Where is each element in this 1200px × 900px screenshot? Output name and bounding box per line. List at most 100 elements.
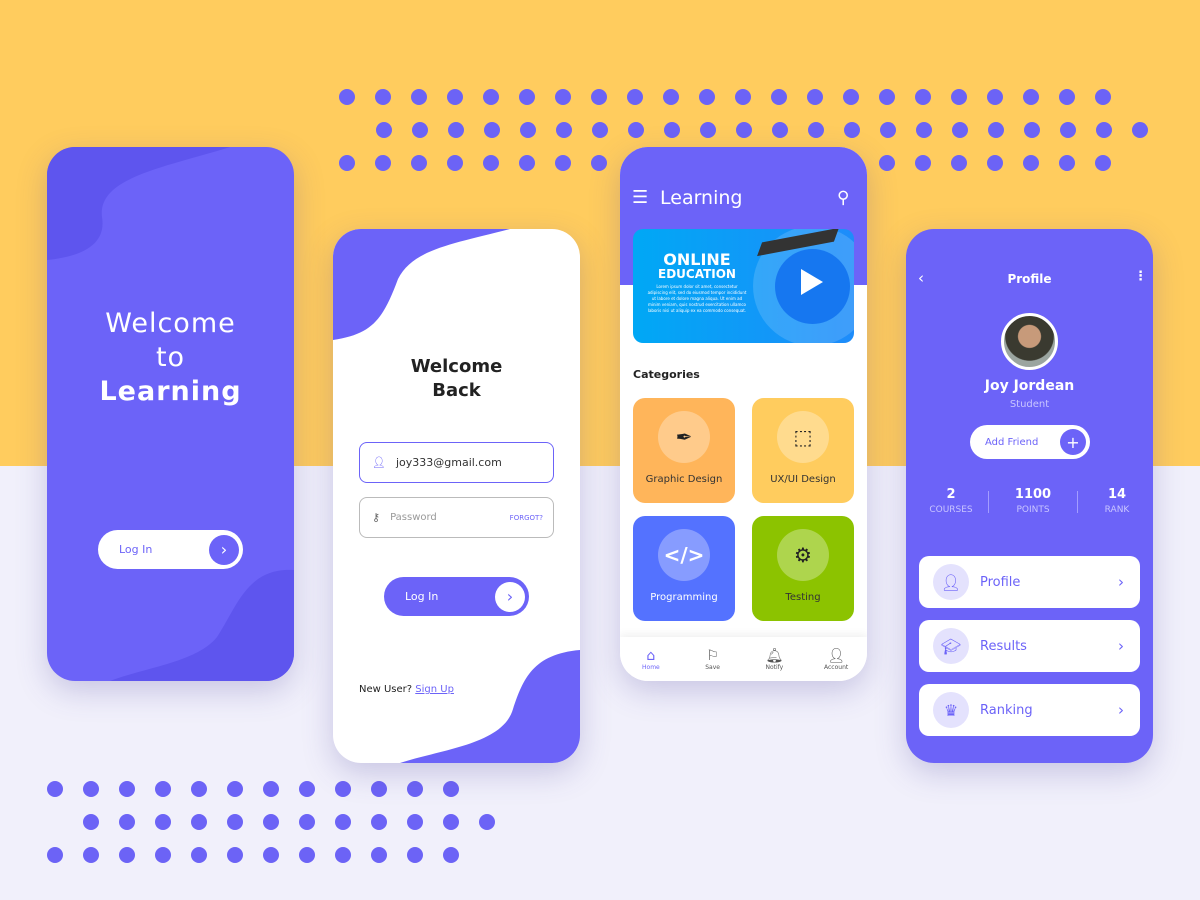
forgot-password-link[interactable]: FORGOT?: [510, 514, 543, 522]
dot: [299, 847, 315, 863]
home-screen: ☰ Learning ⚲ ONLINE EDUCATION Lorem ipsu…: [620, 147, 867, 681]
category-testing[interactable]: ⚙ Testing: [752, 516, 854, 621]
email-field[interactable]: 👤︎ joy333@gmail.com: [359, 442, 554, 483]
dot: [844, 122, 860, 138]
page-title: Profile: [1007, 272, 1052, 286]
category-ux-ui-design[interactable]: ⬚ UX/UI Design: [752, 398, 854, 503]
dot: [520, 122, 536, 138]
add-friend-label: Add Friend: [985, 436, 1039, 448]
dot: [591, 89, 607, 105]
dot: [519, 89, 535, 105]
stat-label: COURSES: [929, 505, 973, 515]
item-label: Ranking: [980, 702, 1033, 718]
nav-save[interactable]: ⚐ Save: [688, 648, 738, 671]
nav-notify[interactable]: 🔔︎ Notify: [749, 648, 799, 671]
chevron-right-icon: ›: [209, 534, 239, 565]
wave-decoration: [333, 229, 580, 763]
dot: [1059, 89, 1075, 105]
code-icon: </>: [658, 529, 710, 581]
dot: [375, 155, 391, 171]
dot: [227, 847, 243, 863]
key-icon: ⚷: [372, 511, 381, 524]
new-user-label: New User?: [359, 684, 413, 695]
dot: [555, 89, 571, 105]
banner-line2: EDUCATION: [658, 267, 736, 281]
dot: [371, 781, 387, 797]
dot: [447, 155, 463, 171]
dot: [339, 89, 355, 105]
more-icon[interactable]: ⋮: [1134, 269, 1147, 284]
menu-icon[interactable]: ☰: [632, 187, 648, 208]
dot: [735, 89, 751, 105]
dot: [988, 122, 1004, 138]
dot: [411, 89, 427, 105]
search-icon[interactable]: ⚲: [837, 188, 849, 208]
email-value: joy333@gmail.com: [395, 456, 502, 469]
user-icon: 👤︎: [933, 564, 969, 600]
dot: [479, 814, 495, 830]
selection-icon: ⬚: [777, 411, 829, 463]
nav-account[interactable]: 👤︎ Account: [811, 648, 861, 671]
avatar[interactable]: [1001, 313, 1058, 370]
dot: [412, 122, 428, 138]
online-education-banner[interactable]: ONLINE EDUCATION Lorem ipsum dolor sit a…: [633, 229, 854, 343]
dot: [772, 122, 788, 138]
menu-item-profile[interactable]: 👤︎ Profile ›: [919, 556, 1140, 608]
stat-rank: 14 RANK: [1082, 487, 1152, 515]
dot: [155, 847, 171, 863]
dot: [664, 122, 680, 138]
crown-icon: ♛: [933, 692, 969, 728]
dot: [119, 781, 135, 797]
dot: [263, 847, 279, 863]
welcome-title: Welcome to Learning: [47, 307, 294, 409]
dot: [83, 847, 99, 863]
dot: [411, 155, 427, 171]
nav-label: Account: [824, 663, 849, 671]
dot: [299, 781, 315, 797]
login-button[interactable]: Log In ›: [98, 530, 243, 569]
category-graphic-design[interactable]: ✒ Graphic Design: [633, 398, 735, 503]
dot: [951, 155, 967, 171]
login-label: Log In: [405, 590, 439, 603]
stat-label: POINTS: [1016, 505, 1050, 515]
dot: [700, 122, 716, 138]
menu-item-results[interactable]: 🎓︎ Results ›: [919, 620, 1140, 672]
chevron-right-icon: ›: [495, 581, 525, 612]
dot: [591, 155, 607, 171]
signup-prompt: New User? Sign Up: [359, 684, 454, 695]
dot: [1024, 122, 1040, 138]
nav-label: Home: [642, 663, 660, 671]
dot: [447, 89, 463, 105]
dot: [227, 781, 243, 797]
dot: [1095, 155, 1111, 171]
login-button[interactable]: Log In ›: [384, 577, 529, 616]
dot: [519, 155, 535, 171]
dot: [371, 847, 387, 863]
dot: [663, 89, 679, 105]
dot: [263, 781, 279, 797]
dot: [155, 781, 171, 797]
dot: [371, 814, 387, 830]
dot: [1095, 89, 1111, 105]
dot: [119, 847, 135, 863]
chevron-right-icon: ›: [1118, 701, 1124, 719]
dot: [376, 122, 392, 138]
dot: [483, 155, 499, 171]
signup-link[interactable]: Sign Up: [415, 684, 454, 695]
menu-item-ranking[interactable]: ♛ Ranking ›: [919, 684, 1140, 736]
password-field[interactable]: ⚷ Password FORGOT?: [359, 497, 554, 538]
category-programming[interactable]: </> Programming: [633, 516, 735, 621]
dot: [1023, 89, 1039, 105]
dot: [987, 155, 1003, 171]
dot: [335, 847, 351, 863]
nav-home[interactable]: ⌂ Home: [626, 648, 676, 671]
dot: [1096, 122, 1112, 138]
dot: [915, 155, 931, 171]
title-line: to: [155, 342, 186, 373]
item-label: Profile: [980, 574, 1021, 590]
title-line: Welcome: [410, 356, 503, 377]
stat-value: 1100: [1014, 487, 1052, 502]
stat-value: 14: [1107, 487, 1127, 502]
divider: [988, 491, 989, 513]
add-friend-button[interactable]: Add Friend +: [970, 425, 1090, 459]
